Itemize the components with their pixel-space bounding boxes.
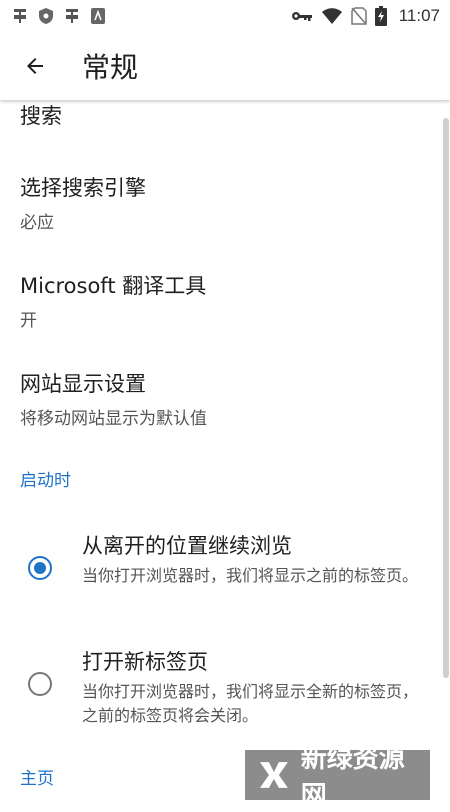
settings-item-translator[interactable]: Microsoft 翻译工具 开 <box>20 270 206 331</box>
status-bar-left <box>10 6 106 26</box>
radio-description: 当你打开浏览器时，我们将显示之前的标签页。 <box>82 566 419 585</box>
section-header-home: 主页 <box>20 769 54 789</box>
settings-item-search-engine[interactable]: 选择搜索引擎 必应 <box>20 172 146 233</box>
bug-icon <box>10 6 30 26</box>
item-title: 网站显示设置 <box>20 372 146 396</box>
settings-list[interactable]: 搜索 选择搜索引擎 必应 Microsoft 翻译工具 开 网站显示设置 将移动… <box>0 100 450 800</box>
watermark-logo-icon <box>259 762 288 788</box>
radio-option-new-tab[interactable]: 打开新标签页 当你打开浏览器时，我们将显示全新的标签页，之前的标签页将会关闭。 <box>0 638 450 738</box>
settings-item-search[interactable]: 搜索 <box>20 100 62 130</box>
wifi-icon <box>321 7 343 25</box>
radio-description: 当你打开浏览器时，我们将显示全新的标签页，之前的标签页将会关闭。 <box>82 682 419 725</box>
status-bar-right: 11:07 <box>291 6 440 26</box>
status-time: 11:07 <box>398 6 440 25</box>
radio-option-continue[interactable]: 从离开的位置继续浏览 当你打开浏览器时，我们将显示之前的标签页。 <box>0 520 450 620</box>
bug-icon <box>62 6 82 26</box>
status-bar: 11:07 <box>0 0 450 32</box>
document-icon <box>90 7 106 25</box>
item-title: 搜索 <box>20 104 62 128</box>
radio-title: 从离开的位置继续浏览 <box>82 534 292 558</box>
item-title: Microsoft 翻译工具 <box>20 274 207 298</box>
key-icon <box>291 9 313 23</box>
radio-button-unselected[interactable] <box>28 672 52 696</box>
settings-item-site-display[interactable]: 网站显示设置 将移动网站显示为默认值 <box>20 368 207 429</box>
item-title: 选择搜索引擎 <box>20 176 146 200</box>
section-header-startup: 启动时 <box>20 471 71 491</box>
radio-title: 打开新标签页 <box>82 650 208 674</box>
radio-button-selected[interactable] <box>28 556 52 580</box>
app-bar: 常规 <box>0 32 450 100</box>
watermark: 新绿资源网 <box>245 744 430 811</box>
page-title: 常规 <box>82 51 139 84</box>
arrow-left-icon <box>27 58 43 74</box>
back-button[interactable] <box>10 41 60 91</box>
battery-charging-icon <box>374 6 387 26</box>
shield-icon <box>38 7 54 25</box>
no-sim-icon <box>350 7 367 25</box>
scrollbar[interactable] <box>443 118 449 678</box>
item-value: 必应 <box>20 213 54 233</box>
watermark-text: 新绿资源网 <box>300 744 405 811</box>
item-value: 将移动网站显示为默认值 <box>20 409 207 429</box>
item-value: 开 <box>20 311 37 331</box>
